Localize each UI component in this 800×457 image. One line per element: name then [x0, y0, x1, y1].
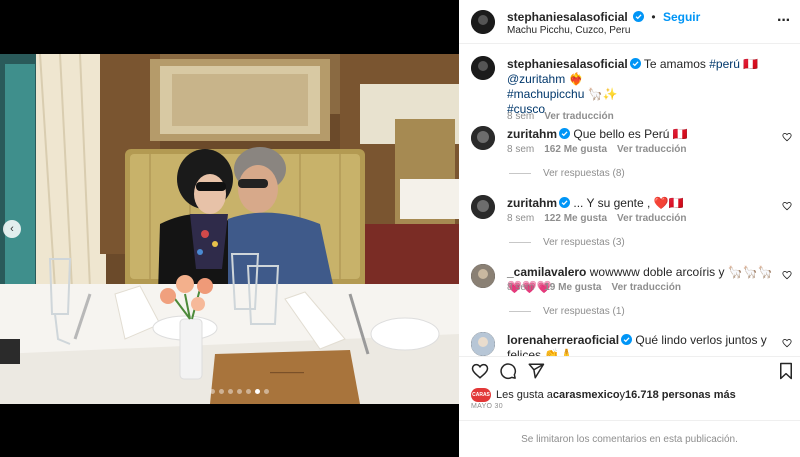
comment-icon[interactable] [499, 362, 517, 380]
comment-time[interactable]: 8 sem [507, 213, 534, 224]
comment-username[interactable]: _camilavalero [507, 265, 586, 279]
hashtag-link[interactable]: #machupicchu [507, 87, 584, 101]
verified-icon [559, 197, 571, 208]
emoji: ❤️‍🔥 [568, 72, 584, 86]
carousel-dot-active [255, 389, 260, 394]
hashtag-link[interactable]: #perú [709, 57, 740, 71]
heart-icon[interactable] [782, 338, 792, 348]
flag-emoji: 🇵🇪 [743, 57, 759, 71]
heart-icon[interactable] [782, 201, 792, 211]
share-icon[interactable] [527, 362, 545, 380]
more-icon[interactable]: ··· [777, 12, 791, 30]
view-replies[interactable]: Ver respuestas (1) [509, 306, 625, 317]
post-header: stephaniesalasoficial • Seguir Machu Pic… [459, 0, 800, 44]
liker-avatar[interactable]: CARAS [471, 388, 491, 402]
carousel-dot [246, 389, 251, 394]
comment-likes[interactable]: 19 Me gusta [544, 282, 601, 293]
comment-username[interactable]: lorenaherreraoficial [507, 333, 619, 347]
comment-text: zuritahm Que bello es Perú 🇵🇪 [507, 127, 777, 142]
header-line: stephaniesalasoficial • Seguir [507, 10, 700, 24]
comments-list[interactable]: stephaniesalasoficial Te amamos #perú 🇵🇪… [459, 44, 800, 356]
post-media: ‹ [0, 0, 459, 457]
verified-icon [559, 128, 571, 139]
caption-meta: 8 sem Ver traducción [507, 111, 614, 122]
avatar[interactable] [471, 332, 495, 356]
post-panel: stephaniesalasoficial • Seguir Machu Pic… [459, 0, 800, 457]
carousel-dot [210, 389, 215, 394]
carousel-dot [219, 389, 224, 394]
carousel-dots [210, 389, 269, 394]
follow-button[interactable]: Seguir [663, 10, 700, 24]
divider [509, 311, 531, 312]
translate-link[interactable]: Ver traducción [544, 111, 613, 122]
post-location[interactable]: Machu Picchu, Cuzco, Peru [507, 25, 630, 36]
translate-link[interactable]: Ver traducción [617, 213, 686, 224]
heart-icon[interactable] [782, 270, 792, 280]
mention-link[interactable]: @zuritahm [507, 72, 565, 86]
verified-icon [633, 11, 645, 22]
view-replies-label[interactable]: Ver respuestas (1) [543, 306, 625, 317]
avatar[interactable] [471, 10, 495, 34]
comment-meta: 8 sem 122 Me gusta Ver traducción [507, 213, 687, 224]
comment-body: ... Y su gente , ❤️🇵🇪 [573, 196, 684, 210]
action-bar [459, 356, 800, 386]
divider [509, 173, 531, 174]
likes-count-link[interactable]: 16.718 personas más [625, 389, 736, 401]
translate-link[interactable]: Ver traducción [617, 144, 686, 155]
comment-likes[interactable]: 162 Me gusta [544, 144, 607, 155]
comment-likes[interactable]: 122 Me gusta [544, 213, 607, 224]
comment-time[interactable]: 8 sem [507, 144, 534, 155]
author-username[interactable]: stephaniesalasoficial [507, 10, 628, 24]
comment-meta: 8 sem 162 Me gusta Ver traducción [507, 144, 687, 155]
caption-username[interactable]: stephaniesalasoficial [507, 57, 628, 71]
carousel-dot [237, 389, 242, 394]
caption-text: stephaniesalasoficial Te amamos #perú 🇵🇪… [507, 57, 777, 117]
avatar[interactable] [471, 126, 495, 150]
carousel-dot [228, 389, 233, 394]
translate-link[interactable]: Ver traducción [611, 282, 680, 293]
view-replies[interactable]: Ver respuestas (3) [509, 237, 625, 248]
view-replies-label[interactable]: Ver respuestas (8) [543, 168, 625, 179]
carousel-dot [264, 389, 269, 394]
comment-text: lorenaherreraoficial Qué lindo verlos ju… [507, 333, 777, 356]
liker-username[interactable]: carasmexico [553, 389, 620, 401]
emoji: 🦙✨ [587, 87, 618, 101]
comment-username[interactable]: zuritahm [507, 127, 557, 141]
avatar[interactable] [471, 195, 495, 219]
bookmark-icon[interactable] [777, 362, 795, 380]
view-replies[interactable]: Ver respuestas (8) [509, 168, 625, 179]
verified-icon [629, 58, 641, 69]
comment-body: Que bello es Perú 🇵🇪 [573, 127, 688, 141]
separator: • [651, 10, 656, 24]
comment-username[interactable]: zuritahm [507, 196, 557, 210]
comment-time[interactable]: 8 sem [507, 111, 534, 122]
verified-icon [621, 334, 633, 345]
comment-meta: 8 sem 19 Me gusta Ver traducción [507, 282, 681, 293]
post-date[interactable]: MAYO 30 [471, 403, 503, 410]
caption-body: Te amamos [643, 57, 710, 71]
heart-icon[interactable] [782, 132, 792, 142]
comments-limited-notice: Se limitaron los comentarios en esta pub… [459, 420, 800, 457]
likes-summary: CARAS Les gusta a carasmexico y 16.718 p… [471, 388, 736, 402]
comment-time[interactable]: 8 sem [507, 282, 534, 293]
comment-text: zuritahm ... Y su gente , ❤️🇵🇪 [507, 196, 777, 211]
heart-icon[interactable] [471, 362, 489, 380]
likes-prefix: Les gusta a [496, 389, 553, 401]
avatar[interactable] [471, 264, 495, 288]
view-replies-label[interactable]: Ver respuestas (3) [543, 237, 625, 248]
chevron-left-icon[interactable]: ‹ [3, 220, 21, 238]
post-photo[interactable] [0, 54, 459, 404]
avatar[interactable] [471, 56, 495, 80]
divider [509, 242, 531, 243]
